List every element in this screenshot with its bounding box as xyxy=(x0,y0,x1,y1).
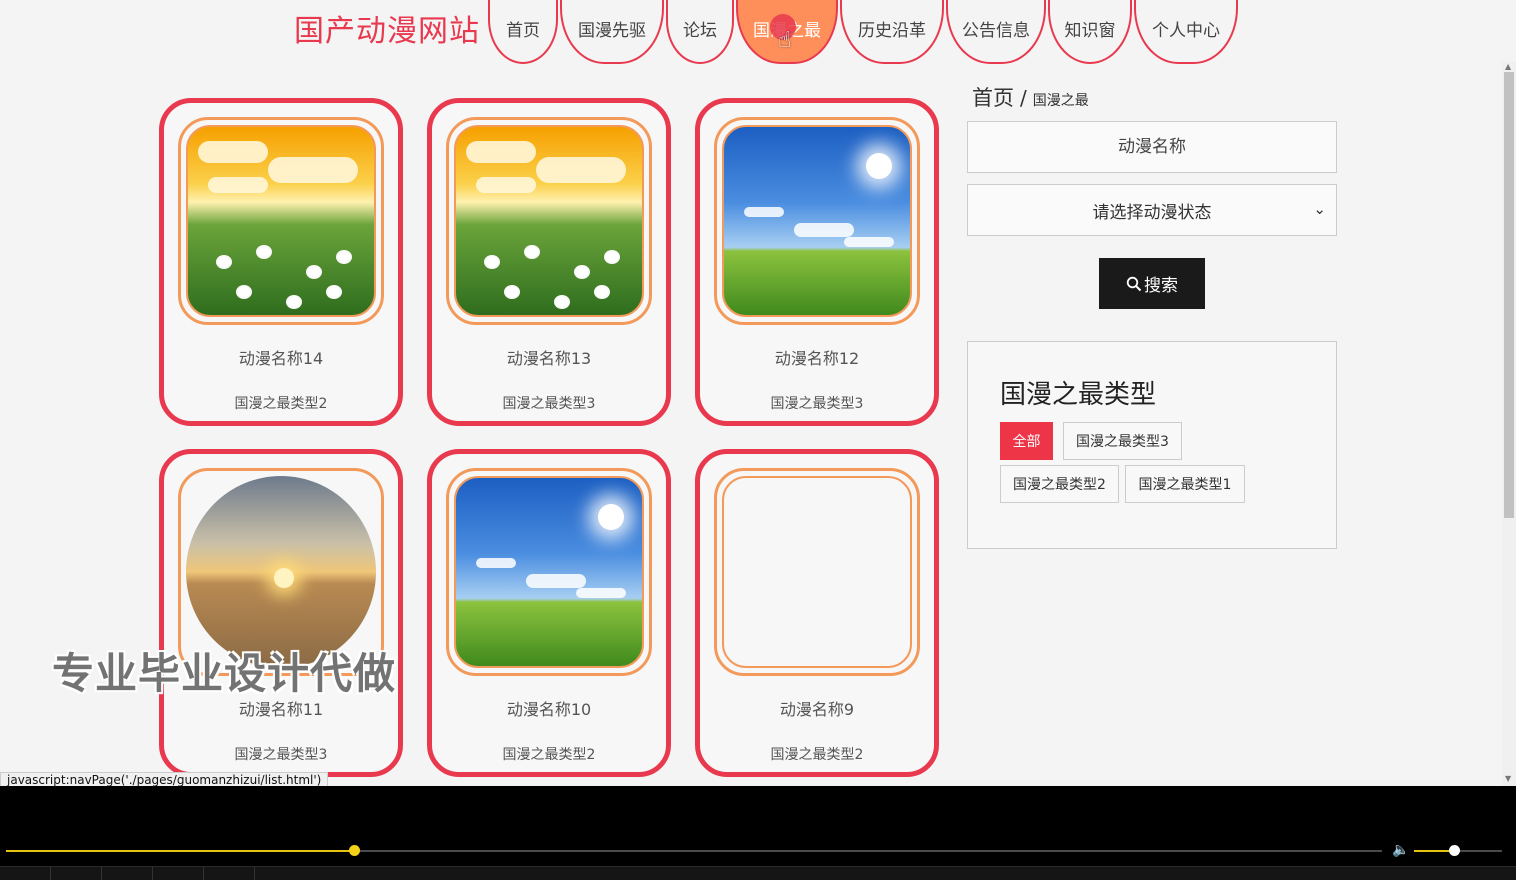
anime-card[interactable]: 动漫名称13 国漫之最类型3 xyxy=(427,98,671,426)
nav-label: 国漫先驱 xyxy=(578,21,646,41)
scroll-thumb[interactable] xyxy=(1504,72,1514,518)
anime-type: 国漫之最类型2 xyxy=(770,747,864,763)
hand-cursor-icon: ☝ xyxy=(778,28,792,53)
thumbnail-image[interactable] xyxy=(722,476,912,668)
nav-label: 知识窗 xyxy=(1064,21,1116,41)
volume-handle[interactable] xyxy=(1448,845,1460,856)
thumbnail-frame xyxy=(178,117,384,325)
volume-fill xyxy=(1414,850,1454,852)
chevron-down-icon: ⌄ xyxy=(1313,200,1326,218)
anime-card[interactable]: 动漫名称12 国漫之最类型3 xyxy=(695,98,939,426)
status-bar-url: javascript:navPage('./pages/guomanzhizui… xyxy=(0,772,329,786)
anime-card[interactable]: 动漫名称10 国漫之最类型2 xyxy=(427,449,671,777)
thumbnail-image[interactable] xyxy=(722,125,912,317)
breadcrumb-home[interactable]: 首页 xyxy=(972,86,1014,110)
thumbnail-frame xyxy=(446,117,652,325)
volume-track[interactable] xyxy=(1414,845,1502,856)
nav-item-forum[interactable]: 论坛 xyxy=(666,0,734,64)
anime-card[interactable]: 动漫名称11 国漫之最类型3 xyxy=(159,449,403,777)
nav-item-knowledge[interactable]: 知识窗 xyxy=(1048,0,1132,64)
player-bottom-strip xyxy=(0,866,1516,880)
site-title[interactable]: 国产动漫网站 xyxy=(294,6,480,50)
thumbnail-image[interactable] xyxy=(186,125,376,317)
nav-label: 公告信息 xyxy=(962,21,1030,41)
thumbnail-image[interactable] xyxy=(454,125,644,317)
nav-item-pioneers[interactable]: 国漫先驱 xyxy=(560,0,664,64)
scroll-up-icon[interactable]: ▲ xyxy=(1505,62,1511,71)
nav-label: 首页 xyxy=(506,21,540,41)
select-value: 请选择动漫状态 xyxy=(1092,202,1212,223)
search-button[interactable]: 搜索 xyxy=(1099,258,1205,309)
nav-label: 论坛 xyxy=(683,21,717,41)
search-button-label: 搜索 xyxy=(1144,276,1178,296)
thumbnail-frame xyxy=(714,117,920,325)
anime-card[interactable]: 动漫名称9 国漫之最类型2 xyxy=(695,449,939,777)
anime-name[interactable]: 动漫名称12 xyxy=(700,345,934,369)
anime-type: 国漫之最类型3 xyxy=(502,396,596,412)
thumbnail-frame xyxy=(446,468,652,676)
anime-type: 国漫之最类型2 xyxy=(234,396,328,412)
anime-type: 国漫之最类型2 xyxy=(502,747,596,763)
type-filter-panel: 国漫之最类型 全部 国漫之最类型3 国漫之最类型2 国漫之最类型1 xyxy=(967,341,1337,549)
nav-label: 历史沿革 xyxy=(858,21,926,41)
type-tag[interactable]: 国漫之最类型2 xyxy=(1000,465,1119,503)
anime-name[interactable]: 动漫名称13 xyxy=(432,345,666,369)
breadcrumb-current: 国漫之最 xyxy=(1032,93,1089,109)
volume-icon[interactable]: 🔈 xyxy=(1392,842,1409,858)
type-tag-all[interactable]: 全部 xyxy=(1000,422,1053,460)
search-icon xyxy=(1126,276,1142,291)
type-tag[interactable]: 国漫之最类型1 xyxy=(1125,465,1245,503)
watermark-text: 专业毕业设计代做 xyxy=(52,649,397,698)
page-scrollbar[interactable]: ▲ ▼ xyxy=(1502,62,1516,786)
nav-item-notices[interactable]: 公告信息 xyxy=(946,0,1046,64)
progress-track[interactable] xyxy=(6,845,1382,856)
anime-status-select[interactable]: 请选择动漫状态 ⌄ xyxy=(967,184,1337,236)
type-tag[interactable]: 国漫之最类型3 xyxy=(1063,422,1182,460)
video-player-bar: 🔈 xyxy=(0,786,1516,880)
nav-label: 个人中心 xyxy=(1152,21,1220,41)
breadcrumb: 首页 / 国漫之最 xyxy=(972,82,1089,112)
anime-name[interactable]: 动漫名称10 xyxy=(432,696,666,720)
thumbnail-image[interactable] xyxy=(454,476,644,668)
scroll-down-icon[interactable]: ▼ xyxy=(1505,774,1511,783)
anime-type: 国漫之最类型3 xyxy=(234,747,328,763)
nav-item-home[interactable]: 首页 xyxy=(488,0,558,64)
nav-item-history[interactable]: 历史沿革 xyxy=(840,0,944,64)
anime-name-search-input[interactable] xyxy=(967,121,1337,173)
anime-card[interactable]: 动漫名称14 国漫之最类型2 xyxy=(159,98,403,426)
anime-type: 国漫之最类型3 xyxy=(770,396,864,412)
progress-fill xyxy=(6,850,355,852)
anime-name[interactable]: 动漫名称14 xyxy=(164,345,398,369)
breadcrumb-separator: / xyxy=(1020,86,1027,110)
nav-item-profile[interactable]: 个人中心 xyxy=(1134,0,1238,64)
browser-viewport: 国产动漫网站 首页 国漫先驱 论坛 国漫之最 历史沿革 公告信息 知识窗 个人中… xyxy=(0,0,1516,786)
anime-name[interactable]: 动漫名称9 xyxy=(700,696,934,720)
type-panel-title: 国漫之最类型 xyxy=(1000,380,1157,410)
progress-handle[interactable] xyxy=(349,845,361,856)
thumbnail-frame xyxy=(714,468,920,676)
